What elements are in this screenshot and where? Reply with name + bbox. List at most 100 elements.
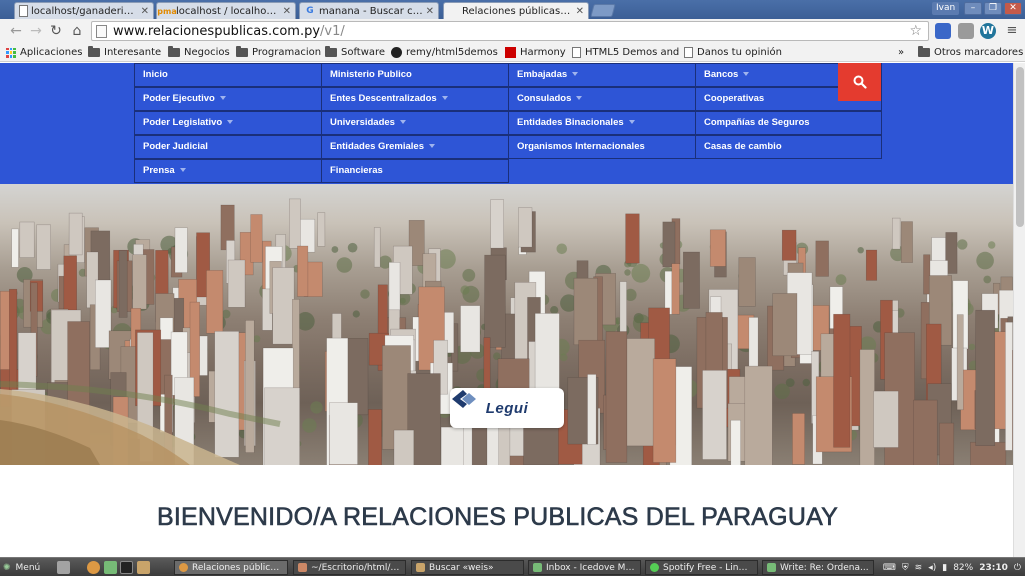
task-icedove-inbox[interactable]: Inbox - Icedove Mai... <box>528 560 641 575</box>
bookmark-label: Interesante <box>104 47 162 58</box>
folder-icon <box>236 46 248 57</box>
bookmark-programacion[interactable]: Programacion <box>236 45 321 60</box>
browser-toolbar: ← → ↻ ⌂ www.relacionespublicas.com.py/v1… <box>0 19 1025 43</box>
url-path: /v1/ <box>320 23 345 39</box>
bookmark-star-icon[interactable]: ☆ <box>909 22 922 40</box>
tab-phpmyadmin[interactable]: pma localhost / localhost / ✕ <box>156 2 296 19</box>
menu-icon[interactable]: ≡ <box>1004 23 1020 39</box>
document-icon <box>684 47 693 58</box>
minimize-icon[interactable]: – <box>964 2 982 15</box>
legui-logo[interactable]: Legui <box>450 388 564 428</box>
menu-item-inicio[interactable]: Inicio <box>134 63 322 87</box>
menu-item-companias-de-seguros[interactable]: Compañías de Seguros <box>695 111 882 135</box>
bookmarks-overflow-button[interactable]: » <box>898 45 904 60</box>
window-close-icon[interactable]: ✕ <box>1004 2 1022 15</box>
reload-icon[interactable]: ↻ <box>48 23 64 39</box>
tab-label: localhost/ganaderia/fc <box>31 5 138 17</box>
folder-icon <box>325 46 337 57</box>
harmony-icon <box>505 47 516 58</box>
bookmark-danos-opinion[interactable]: Danos tu opinión <box>684 45 782 60</box>
task-escritorio-html[interactable]: ~/Escritorio/html/g... <box>293 560 406 575</box>
menu-item-poder-legislativo[interactable]: Poder Legislativo <box>134 111 322 135</box>
web-page: Inicio Poder Ejecutivo Poder Legislativo… <box>0 63 1013 557</box>
menu-item-consulados[interactable]: Consulados <box>508 87 696 111</box>
show-desktop-icon[interactable] <box>57 561 70 574</box>
task-write-reply[interactable]: Write: Re: Ordena... <box>762 560 874 575</box>
file-manager-icon[interactable] <box>104 561 117 574</box>
caret-down-icon <box>628 120 635 125</box>
home-icon[interactable]: ⌂ <box>69 23 85 39</box>
battery-percent: 82% <box>953 562 974 573</box>
extension-icon[interactable] <box>958 23 974 39</box>
wifi-icon[interactable]: ≋ <box>915 563 923 573</box>
caret-down-icon <box>227 120 234 125</box>
google-icon: G <box>306 6 314 16</box>
restore-icon[interactable]: ❐ <box>984 2 1002 15</box>
editor-icon <box>298 563 307 572</box>
bookmark-software[interactable]: Software <box>325 45 385 60</box>
tab-relaciones-publicas[interactable]: Relaciones públicas - L ✕ <box>443 2 589 19</box>
clock[interactable]: 23:10 <box>979 563 1008 573</box>
battery-icon[interactable]: ▮ <box>942 563 947 573</box>
chrome-icon[interactable] <box>87 561 100 574</box>
bookmark-negocios[interactable]: Negocios <box>168 45 230 60</box>
bookmark-html5demos[interactable]: remy/html5demos <box>391 45 498 60</box>
folder-icon[interactable] <box>137 561 150 574</box>
task-buscar-weis[interactable]: Buscar «weis» <box>411 560 524 575</box>
search-icon <box>853 75 867 89</box>
close-icon[interactable]: ✕ <box>283 6 291 17</box>
wordpress-icon[interactable]: W <box>980 23 996 39</box>
forward-icon[interactable]: → <box>28 23 44 39</box>
scrollbar-thumb[interactable] <box>1016 67 1024 227</box>
document-icon <box>572 47 581 58</box>
bookmark-aplicaciones[interactable]: Aplicaciones <box>6 45 82 60</box>
search-button[interactable] <box>838 63 881 101</box>
caret-down-icon <box>428 144 435 149</box>
bookmark-html5-demos-and[interactable]: HTML5 Demos and <box>572 45 679 60</box>
bookmark-label: HTML5 Demos and <box>585 47 680 58</box>
close-icon[interactable]: ✕ <box>141 6 149 17</box>
task-relaciones-publicas[interactable]: Relaciones públicas... <box>174 560 288 575</box>
menu-item-ministerio-publico[interactable]: Ministerio Publico <box>321 63 509 87</box>
close-icon[interactable]: ✕ <box>576 6 584 17</box>
bookmark-interesante[interactable]: Interesante <box>88 45 161 60</box>
menu-item-financieras[interactable]: Financieras <box>321 159 509 183</box>
bookmark-label: Aplicaciones <box>20 47 83 58</box>
menu-item-entidades-gremiales[interactable]: Entidades Gremiales <box>321 135 509 159</box>
start-menu-button[interactable]: ✺ Menú <box>3 560 40 575</box>
address-bar[interactable]: www.relacionespublicas.com.py/v1/ ☆ <box>91 21 929 41</box>
tab-ganaderia[interactable]: localhost/ganaderia/fc ✕ <box>14 2 154 19</box>
task-spotify[interactable]: Spotify Free - Linux... <box>645 560 758 575</box>
caret-down-icon <box>441 96 448 101</box>
extension-icon[interactable] <box>935 23 951 39</box>
back-icon[interactable]: ← <box>8 23 24 39</box>
menu-item-poder-judicial[interactable]: Poder Judicial <box>134 135 322 159</box>
menu-item-embajadas[interactable]: Embajadas <box>508 63 696 87</box>
profile-button[interactable]: Ivan <box>932 2 960 15</box>
power-icon[interactable]: ⏻ <box>1014 563 1021 573</box>
menu-item-entidades-binacionales[interactable]: Entidades Binacionales <box>508 111 696 135</box>
task-label: Inbox - Icedove Mai... <box>546 562 636 573</box>
volume-icon[interactable]: ◂) <box>928 563 936 573</box>
close-icon[interactable]: ✕ <box>426 6 434 17</box>
logo-text: Legui <box>485 399 529 417</box>
tab-google-search[interactable]: G manana - Buscar con ✕ <box>299 2 439 19</box>
new-tab-button[interactable] <box>590 4 616 17</box>
page-scrollbar[interactable] <box>1013 63 1025 557</box>
task-label: Write: Re: Ordena... <box>780 562 869 573</box>
menu-item-casas-de-cambio[interactable]: Casas de cambio <box>695 135 882 159</box>
task-label: Spotify Free - Linux... <box>663 562 753 573</box>
bookmark-harmony[interactable]: Harmony <box>505 45 566 60</box>
menu-item-poder-ejecutivo[interactable]: Poder Ejecutivo <box>134 87 322 111</box>
caret-down-icon <box>399 120 406 125</box>
menu-item-organismos-internacionales[interactable]: Organismos Internacionales <box>508 135 696 159</box>
terminal-icon[interactable] <box>120 561 133 574</box>
menu-item-entes-descentralizados[interactable]: Entes Descentralizados <box>321 87 509 111</box>
other-bookmarks[interactable]: Otros marcadores <box>918 45 1023 60</box>
menu-item-universidades[interactable]: Universidades <box>321 111 509 135</box>
menu-item-prensa[interactable]: Prensa <box>134 159 322 183</box>
shield-icon[interactable]: ⛨ <box>902 563 909 573</box>
caret-down-icon <box>576 96 583 101</box>
keyboard-icon[interactable]: ⌨ <box>883 563 896 573</box>
task-label: Buscar «weis» <box>429 562 494 573</box>
